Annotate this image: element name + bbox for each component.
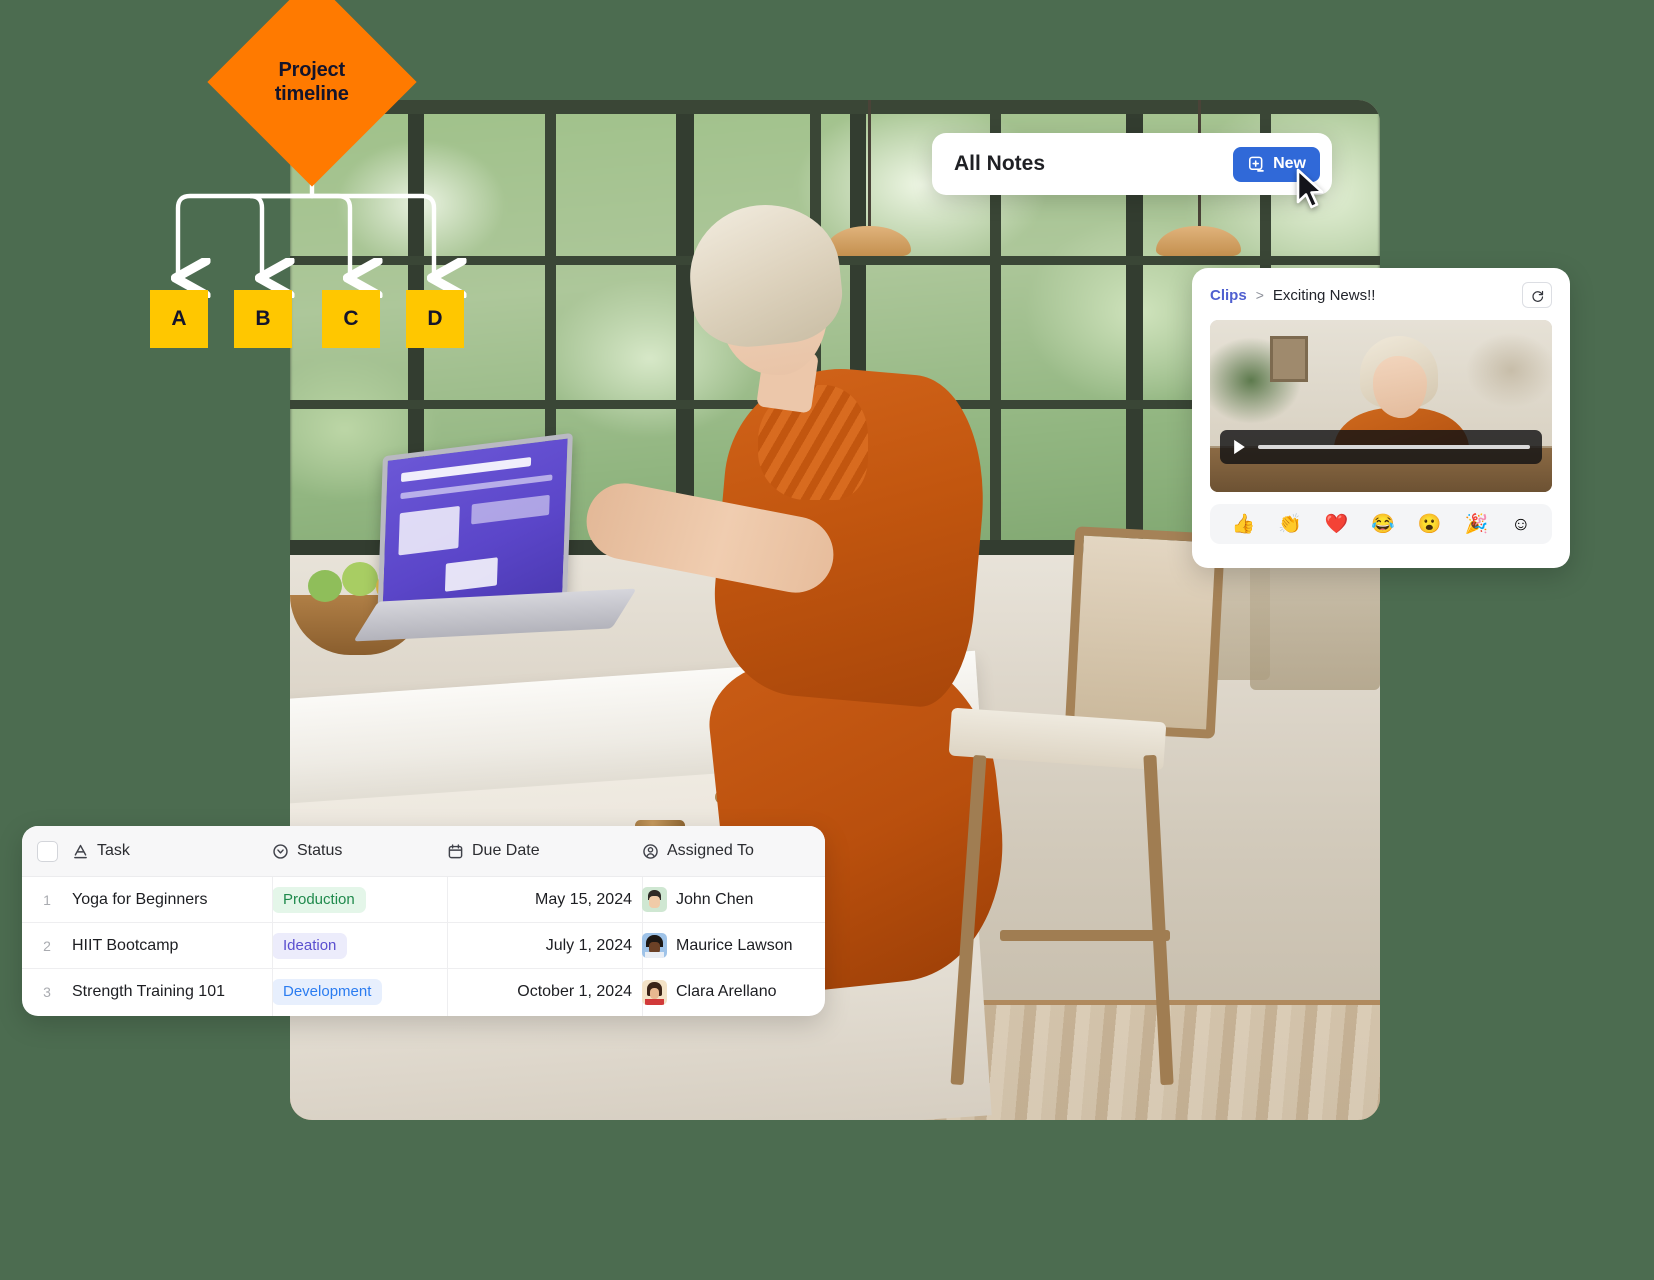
person-icon — [643, 843, 658, 859]
column-header-assigned-to-label: Assigned To — [667, 842, 754, 859]
flow-node-label: B — [255, 307, 271, 330]
cell-status: Production — [272, 886, 447, 913]
column-header-assigned-to[interactable]: Assigned To — [642, 842, 825, 860]
project-timeline-label: Project timeline — [275, 58, 349, 107]
fruit — [308, 570, 342, 602]
task-table-panel: Task Status Due Date Assigned To 1 Yoga … — [22, 826, 825, 1016]
cell-task: Yoga for Beginners — [72, 890, 208, 908]
assignee-name: John Chen — [676, 890, 754, 908]
reaction-party-popper-emoji[interactable]: 🎉 — [1465, 515, 1489, 534]
clips-breadcrumb: Clips > Exciting News!! — [1210, 282, 1552, 308]
flow-node-label: D — [427, 307, 443, 330]
breadcrumb-clips-link[interactable]: Clips — [1210, 287, 1247, 304]
row-number: 3 — [43, 984, 51, 1000]
flow-node-d[interactable]: D — [406, 290, 464, 348]
breadcrumb-current-item: Exciting News!! — [1272, 286, 1376, 304]
cell-assignee: John Chen — [642, 887, 825, 912]
clip-picture-frame — [1270, 336, 1308, 382]
flow-node-label: A — [171, 307, 187, 330]
flow-node-label: C — [343, 307, 359, 330]
table-row[interactable]: 1 Yoga for Beginners Production May 15, … — [22, 877, 825, 923]
note-plus-icon — [1249, 156, 1264, 172]
cell-task: Strength Training 101 — [72, 983, 225, 1000]
screenshot-canvas: Project timeline A B C D All Notes New Cl… — [0, 0, 1654, 1280]
reaction-open-mouth-emoji[interactable]: 😮 — [1418, 515, 1442, 534]
refresh-icon — [1531, 290, 1543, 302]
flow-node-c[interactable]: C — [322, 290, 380, 348]
select-field-icon — [273, 843, 288, 859]
reaction-red-heart-emoji[interactable]: ❤️ — [1325, 515, 1349, 534]
status-badge: Development — [272, 979, 383, 1005]
mouse-pointer-icon — [1296, 168, 1324, 209]
status-badge: Production — [272, 886, 366, 913]
assignee-name: Maurice Lawson — [676, 936, 793, 954]
stool-rung — [1000, 930, 1170, 941]
reaction-thumbs-up-emoji[interactable]: 👍 — [1231, 515, 1255, 534]
refresh-button[interactable] — [1522, 282, 1552, 308]
flow-node-b[interactable]: B — [234, 290, 292, 348]
flow-node-a[interactable]: A — [150, 290, 208, 348]
assignee-name: Clara Arellano — [676, 983, 777, 1000]
fruit — [342, 562, 378, 596]
column-header-task-label: Task — [97, 842, 130, 859]
video-progress-slider[interactable] — [1258, 445, 1530, 449]
row-number: 2 — [43, 937, 51, 954]
avatar — [642, 979, 667, 1005]
all-notes-panel: All Notes New — [932, 133, 1332, 195]
reaction-joy-emoji[interactable]: 😂 — [1371, 515, 1395, 534]
cell-status: Development — [272, 979, 447, 1005]
column-divider — [272, 877, 273, 1016]
column-header-task[interactable]: Task — [72, 842, 272, 860]
table-row[interactable]: 2 HIIT Bootcamp Ideation July 1, 2024 Ma… — [22, 923, 825, 969]
avatar — [642, 887, 667, 912]
cell-task: HIIT Bootcamp — [72, 936, 179, 954]
status-badge: Ideation — [272, 932, 348, 959]
add-reaction-icon[interactable]: ☺ — [1511, 515, 1530, 534]
task-table-header: Task Status Due Date Assigned To — [22, 826, 825, 877]
play-icon[interactable] — [1232, 439, 1247, 455]
column-divider — [447, 877, 448, 1016]
text-field-icon — [74, 844, 87, 858]
breadcrumb-separator-icon: > — [1255, 287, 1264, 303]
cell-due-date: May 15, 2024 — [535, 890, 632, 908]
select-all-checkbox[interactable] — [36, 840, 58, 862]
cell-assignee: Maurice Lawson — [642, 933, 825, 958]
row-number: 1 — [43, 891, 51, 908]
diamond-line-2: timeline — [275, 82, 349, 105]
column-header-status-label: Status — [297, 842, 343, 859]
pendant-cord — [868, 100, 871, 228]
select-all-cell — [22, 840, 72, 862]
reaction-bar: 👍 👏 ❤️ 😂 😮 🎉 ☺ — [1210, 504, 1552, 544]
clip-video-player[interactable] — [1210, 320, 1552, 492]
column-header-due-date-label: Due Date — [472, 842, 540, 859]
cell-status: Ideation — [272, 932, 447, 959]
diamond-line-1: Project — [278, 58, 346, 81]
video-controls-bar — [1220, 430, 1542, 464]
reaction-clapping-hands-emoji[interactable]: 👏 — [1278, 515, 1302, 534]
avatar — [642, 933, 667, 958]
calendar-icon — [448, 843, 463, 858]
cell-due-date: October 1, 2024 — [517, 983, 632, 1000]
cell-due-date: July 1, 2024 — [545, 936, 632, 954]
column-header-due-date[interactable]: Due Date — [447, 842, 642, 860]
cell-assignee: Clara Arellano — [642, 979, 825, 1005]
table-row[interactable]: 3 Strength Training 101 Development Octo… — [22, 969, 825, 1015]
all-notes-title: All Notes — [954, 152, 1046, 175]
column-header-status[interactable]: Status — [272, 842, 447, 860]
clips-panel: Clips > Exciting News!! 👍 👏 ❤️ 😂 😮 🎉 ☺ — [1192, 268, 1570, 568]
